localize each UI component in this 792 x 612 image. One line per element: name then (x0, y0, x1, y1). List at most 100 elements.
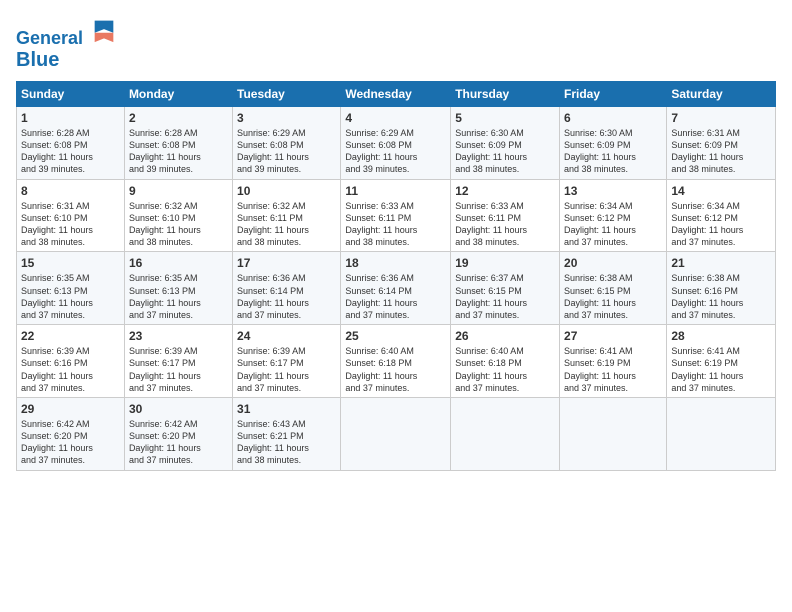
day-number: 10 (237, 183, 336, 199)
day-number: 7 (671, 110, 771, 126)
day-info: Sunrise: 6:43 AM Sunset: 6:21 PM Dayligh… (237, 418, 336, 467)
calendar-header-row: SundayMondayTuesdayWednesdayThursdayFrid… (17, 81, 776, 106)
day-header-tuesday: Tuesday (233, 81, 341, 106)
day-info: Sunrise: 6:38 AM Sunset: 6:15 PM Dayligh… (564, 272, 662, 321)
calendar-cell (341, 397, 451, 470)
day-number: 28 (671, 328, 771, 344)
calendar-cell: 26Sunrise: 6:40 AM Sunset: 6:18 PM Dayli… (451, 325, 560, 398)
day-info: Sunrise: 6:33 AM Sunset: 6:11 PM Dayligh… (345, 200, 446, 249)
day-info: Sunrise: 6:28 AM Sunset: 6:08 PM Dayligh… (129, 127, 228, 176)
day-info: Sunrise: 6:36 AM Sunset: 6:14 PM Dayligh… (237, 272, 336, 321)
calendar-cell: 16Sunrise: 6:35 AM Sunset: 6:13 PM Dayli… (124, 252, 232, 325)
calendar-page: General Blue SundayMondayTuesdayWednesda… (0, 0, 792, 612)
day-info: Sunrise: 6:28 AM Sunset: 6:08 PM Dayligh… (21, 127, 120, 176)
day-info: Sunrise: 6:30 AM Sunset: 6:09 PM Dayligh… (455, 127, 555, 176)
day-info: Sunrise: 6:39 AM Sunset: 6:17 PM Dayligh… (129, 345, 228, 394)
day-info: Sunrise: 6:29 AM Sunset: 6:08 PM Dayligh… (237, 127, 336, 176)
calendar-cell: 8Sunrise: 6:31 AM Sunset: 6:10 PM Daylig… (17, 179, 125, 252)
logo: General Blue (16, 16, 118, 71)
calendar-cell: 19Sunrise: 6:37 AM Sunset: 6:15 PM Dayli… (451, 252, 560, 325)
day-info: Sunrise: 6:33 AM Sunset: 6:11 PM Dayligh… (455, 200, 555, 249)
calendar-cell: 17Sunrise: 6:36 AM Sunset: 6:14 PM Dayli… (233, 252, 341, 325)
day-info: Sunrise: 6:42 AM Sunset: 6:20 PM Dayligh… (129, 418, 228, 467)
calendar-cell: 30Sunrise: 6:42 AM Sunset: 6:20 PM Dayli… (124, 397, 232, 470)
day-number: 14 (671, 183, 771, 199)
calendar-cell: 2Sunrise: 6:28 AM Sunset: 6:08 PM Daylig… (124, 106, 232, 179)
day-number: 5 (455, 110, 555, 126)
day-number: 8 (21, 183, 120, 199)
calendar-cell: 11Sunrise: 6:33 AM Sunset: 6:11 PM Dayli… (341, 179, 451, 252)
calendar-cell: 3Sunrise: 6:29 AM Sunset: 6:08 PM Daylig… (233, 106, 341, 179)
day-number: 16 (129, 255, 228, 271)
calendar-cell: 29Sunrise: 6:42 AM Sunset: 6:20 PM Dayli… (17, 397, 125, 470)
calendar-cell: 24Sunrise: 6:39 AM Sunset: 6:17 PM Dayli… (233, 325, 341, 398)
calendar-cell: 23Sunrise: 6:39 AM Sunset: 6:17 PM Dayli… (124, 325, 232, 398)
calendar-cell (560, 397, 667, 470)
calendar-cell: 1Sunrise: 6:28 AM Sunset: 6:08 PM Daylig… (17, 106, 125, 179)
logo-general: General (16, 28, 83, 48)
day-number: 23 (129, 328, 228, 344)
calendar-cell: 14Sunrise: 6:34 AM Sunset: 6:12 PM Dayli… (667, 179, 776, 252)
day-number: 31 (237, 401, 336, 417)
header: General Blue (16, 16, 776, 71)
calendar-cell: 9Sunrise: 6:32 AM Sunset: 6:10 PM Daylig… (124, 179, 232, 252)
day-info: Sunrise: 6:31 AM Sunset: 6:10 PM Dayligh… (21, 200, 120, 249)
day-number: 11 (345, 183, 446, 199)
day-number: 18 (345, 255, 446, 271)
day-info: Sunrise: 6:35 AM Sunset: 6:13 PM Dayligh… (129, 272, 228, 321)
calendar-cell: 10Sunrise: 6:32 AM Sunset: 6:11 PM Dayli… (233, 179, 341, 252)
day-number: 9 (129, 183, 228, 199)
day-header-saturday: Saturday (667, 81, 776, 106)
day-number: 22 (21, 328, 120, 344)
calendar-cell: 21Sunrise: 6:38 AM Sunset: 6:16 PM Dayli… (667, 252, 776, 325)
day-info: Sunrise: 6:36 AM Sunset: 6:14 PM Dayligh… (345, 272, 446, 321)
day-info: Sunrise: 6:39 AM Sunset: 6:17 PM Dayligh… (237, 345, 336, 394)
day-info: Sunrise: 6:32 AM Sunset: 6:11 PM Dayligh… (237, 200, 336, 249)
logo-blue: Blue (16, 49, 118, 71)
day-number: 30 (129, 401, 228, 417)
day-info: Sunrise: 6:40 AM Sunset: 6:18 PM Dayligh… (455, 345, 555, 394)
day-number: 17 (237, 255, 336, 271)
day-info: Sunrise: 6:32 AM Sunset: 6:10 PM Dayligh… (129, 200, 228, 249)
day-info: Sunrise: 6:41 AM Sunset: 6:19 PM Dayligh… (564, 345, 662, 394)
day-number: 19 (455, 255, 555, 271)
calendar-cell: 27Sunrise: 6:41 AM Sunset: 6:19 PM Dayli… (560, 325, 667, 398)
day-header-wednesday: Wednesday (341, 81, 451, 106)
day-info: Sunrise: 6:42 AM Sunset: 6:20 PM Dayligh… (21, 418, 120, 467)
day-info: Sunrise: 6:41 AM Sunset: 6:19 PM Dayligh… (671, 345, 771, 394)
day-info: Sunrise: 6:34 AM Sunset: 6:12 PM Dayligh… (671, 200, 771, 249)
day-header-thursday: Thursday (451, 81, 560, 106)
day-number: 25 (345, 328, 446, 344)
day-number: 1 (21, 110, 120, 126)
calendar-week-4: 22Sunrise: 6:39 AM Sunset: 6:16 PM Dayli… (17, 325, 776, 398)
calendar-cell: 7Sunrise: 6:31 AM Sunset: 6:09 PM Daylig… (667, 106, 776, 179)
calendar-week-5: 29Sunrise: 6:42 AM Sunset: 6:20 PM Dayli… (17, 397, 776, 470)
calendar-week-2: 8Sunrise: 6:31 AM Sunset: 6:10 PM Daylig… (17, 179, 776, 252)
day-number: 13 (564, 183, 662, 199)
day-number: 2 (129, 110, 228, 126)
calendar-cell: 4Sunrise: 6:29 AM Sunset: 6:08 PM Daylig… (341, 106, 451, 179)
day-info: Sunrise: 6:40 AM Sunset: 6:18 PM Dayligh… (345, 345, 446, 394)
calendar-week-1: 1Sunrise: 6:28 AM Sunset: 6:08 PM Daylig… (17, 106, 776, 179)
calendar-cell: 18Sunrise: 6:36 AM Sunset: 6:14 PM Dayli… (341, 252, 451, 325)
calendar-cell: 5Sunrise: 6:30 AM Sunset: 6:09 PM Daylig… (451, 106, 560, 179)
calendar-cell: 15Sunrise: 6:35 AM Sunset: 6:13 PM Dayli… (17, 252, 125, 325)
calendar-table: SundayMondayTuesdayWednesdayThursdayFrid… (16, 81, 776, 471)
day-number: 21 (671, 255, 771, 271)
calendar-cell: 13Sunrise: 6:34 AM Sunset: 6:12 PM Dayli… (560, 179, 667, 252)
day-number: 3 (237, 110, 336, 126)
day-info: Sunrise: 6:29 AM Sunset: 6:08 PM Dayligh… (345, 127, 446, 176)
day-info: Sunrise: 6:38 AM Sunset: 6:16 PM Dayligh… (671, 272, 771, 321)
day-number: 12 (455, 183, 555, 199)
day-header-sunday: Sunday (17, 81, 125, 106)
day-header-monday: Monday (124, 81, 232, 106)
day-number: 24 (237, 328, 336, 344)
logo-text: General (16, 16, 118, 49)
calendar-cell: 28Sunrise: 6:41 AM Sunset: 6:19 PM Dayli… (667, 325, 776, 398)
day-number: 26 (455, 328, 555, 344)
logo-flag-icon (90, 16, 118, 44)
day-number: 15 (21, 255, 120, 271)
calendar-cell: 12Sunrise: 6:33 AM Sunset: 6:11 PM Dayli… (451, 179, 560, 252)
day-number: 20 (564, 255, 662, 271)
day-header-friday: Friday (560, 81, 667, 106)
